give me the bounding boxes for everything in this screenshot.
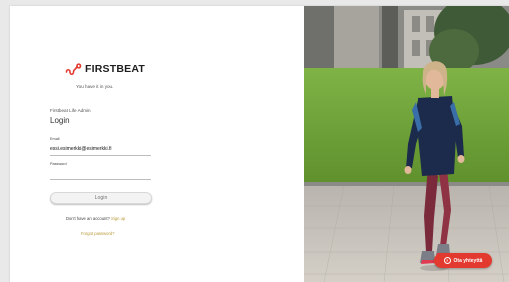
firstbeat-logo: FIRSTBEAT: [65, 60, 147, 78]
email-field[interactable]: [50, 146, 151, 152]
page-title: Login: [50, 116, 70, 125]
question-icon: ?: [443, 257, 451, 264]
email-label: Email: [50, 137, 60, 141]
signup-link[interactable]: Sign up: [111, 216, 125, 221]
password-field[interactable]: [50, 168, 151, 178]
login-panel: FIRSTBEAT You have it in you. Firstbeat …: [10, 6, 304, 282]
login-button[interactable]: Login: [50, 192, 152, 204]
brand-name: FIRSTBEAT: [85, 63, 145, 75]
walking-woman-photo: [304, 6, 509, 282]
forgot-password-link[interactable]: Forgot password?: [81, 231, 115, 236]
firstbeat-logo-icon: [65, 63, 82, 76]
password-label: Password: [50, 162, 67, 166]
contact-label: Ota yhteyttä: [453, 257, 483, 264]
signup-row: Don't have an account? Sign up: [66, 216, 125, 221]
brand-tagline: You have it in you.: [76, 84, 114, 89]
password-underline: [50, 179, 151, 180]
app-frame: FIRSTBEAT You have it in you. Firstbeat …: [10, 6, 509, 282]
hero-photo: [304, 6, 509, 282]
signup-prompt: Don't have an account?: [66, 216, 110, 221]
contact-button[interactable]: ? Ota yhteyttä: [434, 253, 492, 268]
email-underline: [50, 155, 151, 156]
app-subtitle: Firstbeat Life Admin: [50, 108, 91, 113]
